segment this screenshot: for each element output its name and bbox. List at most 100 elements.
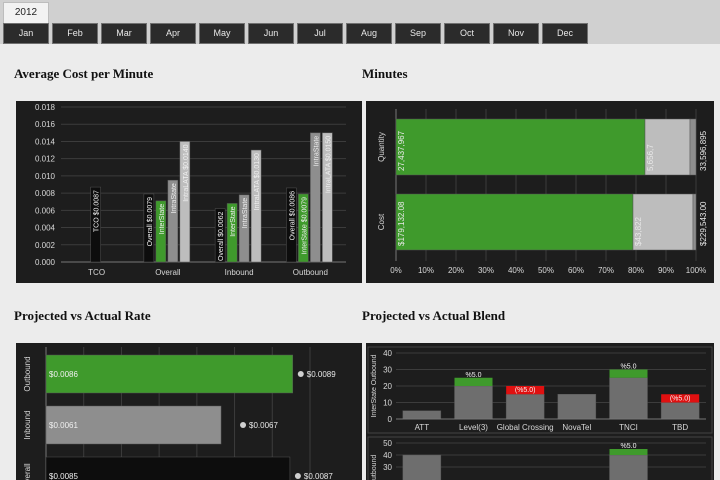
month-tab-nov[interactable]: Nov bbox=[493, 23, 539, 44]
bar bbox=[45, 354, 294, 394]
bar bbox=[454, 385, 493, 420]
projected-marker bbox=[294, 473, 301, 479]
segment-label: 5,656,7 bbox=[646, 144, 655, 171]
projected-marker bbox=[240, 422, 247, 428]
bar-value-label: $0.0061 bbox=[49, 421, 78, 430]
x-tick-label: 90% bbox=[658, 266, 674, 275]
x-tick-label: Outbound bbox=[293, 268, 328, 277]
projected-label: $0.0067 bbox=[249, 421, 278, 430]
proj-rate-title: Projected vs Actual Rate bbox=[14, 308, 151, 323]
segment-label: $43,822 bbox=[634, 217, 643, 246]
month-tab-may[interactable]: May bbox=[199, 23, 245, 44]
delta-label: %5.0 bbox=[621, 364, 637, 371]
delta-label: %5.0 bbox=[466, 372, 482, 379]
delta-label: (%5.0) bbox=[670, 395, 691, 402]
segment bbox=[692, 193, 697, 251]
month-tab-feb[interactable]: Feb bbox=[52, 23, 98, 44]
delta-label: %5.0 bbox=[621, 443, 637, 450]
bar-label: InterState bbox=[159, 204, 166, 234]
y-tick-label: 0.002 bbox=[35, 241, 56, 250]
bar bbox=[609, 377, 648, 420]
delta-bar bbox=[609, 369, 648, 378]
y-tick-label: 0.018 bbox=[35, 103, 56, 112]
bar-label: IntraLATA $0.0140 bbox=[183, 144, 190, 201]
bar bbox=[557, 394, 597, 420]
bar-label: Overall $0.0079 bbox=[147, 197, 154, 247]
x-tick-label: TBD bbox=[672, 423, 688, 432]
x-tick-label: 10% bbox=[418, 266, 434, 275]
x-tick-label: Overall bbox=[155, 268, 181, 277]
bar-label: IntraLATA $0.0150 bbox=[325, 136, 332, 193]
segment-label: 27,437,967 bbox=[397, 130, 406, 171]
proj-rate-chart: $0.0086 Outbound $0.0089 $0.0061 Inbound $0.0… bbox=[23, 347, 336, 480]
avg-cost-title: Average Cost per Minute bbox=[14, 66, 154, 81]
proj-blend-chart: 0 10 20 30 40 InterState Outbound ATT %5.0 Level… bbox=[367, 346, 713, 480]
x-tick-label: Inbound bbox=[225, 268, 254, 277]
month-tab-sep[interactable]: Sep bbox=[395, 23, 441, 44]
y-tick-label: 0.014 bbox=[35, 137, 56, 146]
avg-cost-chart: 0.000 0.002 0.004 0.006 0.008 0.010 0.012 0.014… bbox=[35, 103, 346, 277]
total-label: 33,596,895 bbox=[699, 130, 708, 171]
row-label: Overall bbox=[23, 463, 32, 480]
y-tick-label: 30 bbox=[383, 366, 392, 375]
bar-label: IntraState bbox=[242, 198, 249, 228]
x-tick-label: 80% bbox=[628, 266, 644, 275]
y-tick-label: 0.004 bbox=[35, 224, 56, 233]
y-tick-label: 0 bbox=[388, 415, 393, 424]
y-tick-label: 50 bbox=[383, 439, 392, 448]
month-tab-dec[interactable]: Dec bbox=[542, 23, 588, 44]
bar bbox=[505, 394, 545, 420]
projected-marker bbox=[297, 371, 304, 377]
y-axis-label: e Outbound bbox=[371, 455, 378, 480]
y-axis-label: InterState Outbound bbox=[371, 354, 378, 417]
y-tick-label: 0.000 bbox=[35, 258, 56, 267]
x-tick-label: 100% bbox=[686, 266, 706, 275]
y-tick-label: 0.008 bbox=[35, 189, 56, 198]
y-tick-label: 0.010 bbox=[35, 172, 56, 181]
bar bbox=[609, 454, 648, 480]
month-tab-apr[interactable]: Apr bbox=[150, 23, 196, 44]
bar-label: InterState bbox=[230, 206, 237, 236]
x-tick-label: 0% bbox=[390, 266, 402, 275]
x-tick-label: 60% bbox=[568, 266, 584, 275]
y-tick-label: 0.006 bbox=[35, 206, 56, 215]
minutes-title: Minutes bbox=[362, 66, 408, 81]
total-label: $229,543.00 bbox=[699, 201, 708, 246]
y-tick-label: 0.016 bbox=[35, 120, 56, 129]
y-tick-label: 20 bbox=[383, 382, 392, 391]
y-tick-label: 40 bbox=[383, 451, 392, 460]
row-label: Cost bbox=[377, 213, 386, 230]
x-tick-label: 50% bbox=[538, 266, 554, 275]
x-tick-label: NovaTel bbox=[562, 423, 591, 432]
x-tick-label: 70% bbox=[598, 266, 614, 275]
bar bbox=[45, 456, 291, 480]
bar-label: IntraLATA $0.0130 bbox=[254, 153, 261, 210]
projected-label: $0.0089 bbox=[307, 370, 336, 379]
bar-value-label: $0.0086 bbox=[49, 370, 78, 379]
row-label: Quantity bbox=[377, 132, 386, 162]
month-tab-jun[interactable]: Jun bbox=[248, 23, 294, 44]
month-tab-jan[interactable]: Jan bbox=[3, 23, 49, 44]
x-tick-label: 30% bbox=[478, 266, 494, 275]
bar-label: IntraState bbox=[313, 136, 320, 166]
month-tab-aug[interactable]: Aug bbox=[346, 23, 392, 44]
month-tab-bar: 2012 Jan Feb Mar Apr May Jun Jul Aug Sep… bbox=[0, 0, 720, 44]
delta-bar bbox=[454, 377, 493, 386]
bar-label: Overall $0.0062 bbox=[218, 212, 225, 262]
bar-label: Overall $0.0086 bbox=[289, 191, 296, 241]
month-tab-mar[interactable]: Mar bbox=[101, 23, 147, 44]
x-tick-label: TNCI bbox=[619, 423, 638, 432]
bar-label: IntraState bbox=[171, 183, 178, 213]
proj-blend-panel: 0 10 20 30 40 InterState Outbound ATT %5.0 Level… bbox=[366, 343, 714, 480]
row-label: Outbound bbox=[23, 356, 32, 391]
bar-label: TCO $0.0087 bbox=[94, 190, 101, 232]
x-tick-label: Level(3) bbox=[459, 423, 488, 432]
month-tab-oct[interactable]: Oct bbox=[444, 23, 490, 44]
year-tab[interactable]: 2012 bbox=[3, 2, 49, 23]
delta-label: (%5.0) bbox=[515, 387, 536, 394]
x-tick-label: 40% bbox=[508, 266, 524, 275]
bar bbox=[402, 454, 442, 480]
x-tick-label: 20% bbox=[448, 266, 464, 275]
bar bbox=[660, 402, 700, 420]
month-tab-jul[interactable]: Jul bbox=[297, 23, 343, 44]
